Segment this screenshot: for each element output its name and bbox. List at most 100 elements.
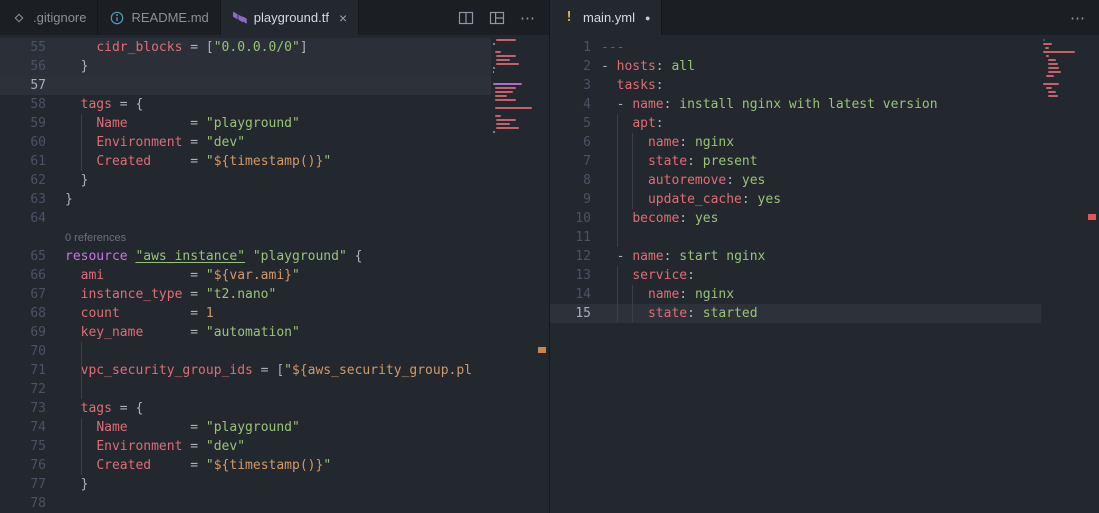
line-number[interactable]: 58 [0,95,46,114]
code-line[interactable]: 60 Environment = "dev" [0,133,549,152]
code-line[interactable]: 13 service: [550,266,1099,285]
line-number[interactable]: 5 [550,114,591,133]
editor-layout-icon[interactable] [489,10,505,26]
indent-guide [632,285,634,323]
line-number[interactable]: 56 [0,57,46,76]
more-actions-icon[interactable]: ⋯ [520,9,536,27]
code-line[interactable]: 71 vpc_security_group_ids = ["${aws_secu… [0,361,549,380]
line-number[interactable]: 75 [0,437,46,456]
code-line[interactable]: 1 --- [550,38,1099,57]
code-line[interactable]: 2 - hosts: all [550,57,1099,76]
code-text: } [65,192,73,207]
line-number[interactable]: 8 [550,171,591,190]
code-line[interactable]: 11 [550,228,1099,247]
code-line[interactable]: 57 [0,76,549,95]
code-line[interactable]: 67 instance_type = "t2.nano" [0,285,549,304]
more-actions-icon[interactable]: ⋯ [1070,9,1086,27]
minimap-line [494,51,501,53]
line-number[interactable]: 62 [0,171,46,190]
minimap-line [494,91,514,93]
minimap-line [496,63,519,65]
line-number[interactable]: 13 [550,266,591,285]
line-number[interactable]: 12 [550,247,591,266]
code-text: - name: install nginx with latest versio… [601,97,938,112]
line-number[interactable]: 4 [550,95,591,114]
code-line[interactable]: 4 - name: install nginx with latest vers… [550,95,1099,114]
modified-dot-icon[interactable]: ● [645,13,650,23]
line-number[interactable]: 64 [0,209,46,228]
tab-label: playground.tf [253,10,329,25]
line-number[interactable]: 1 [550,38,591,57]
code-line[interactable]: 72 [0,380,549,399]
line-number[interactable]: 72 [0,380,46,399]
code-line[interactable]: 76 Created = "${timestamp()}" [0,456,549,475]
line-number[interactable]: 6 [550,133,591,152]
code-line[interactable]: 78 [0,494,549,513]
line-number[interactable]: 2 [550,57,591,76]
code-line[interactable]: 61 Created = "${timestamp()}" [0,152,549,171]
code-line[interactable]: 12 - name: start nginx [550,247,1099,266]
minimap-line [494,115,501,117]
code-line[interactable]: 70 [0,342,549,361]
code-line[interactable]: 62 } [0,171,549,190]
code-line[interactable]: 56 } [0,57,549,76]
split-editor-icon[interactable] [458,10,474,26]
line-number[interactable]: 15 [550,304,591,323]
tab-main-yml[interactable]: ! main.yml ● [550,0,663,35]
code-line[interactable]: 77 } [0,475,549,494]
editor-pane-main-yml[interactable]: 1 --- 2- hosts: all 3 tasks: 4 - name: insta… [549,35,1099,513]
code-line[interactable]: 5 apt: [550,114,1099,133]
code-line[interactable]: 66 ami = "${var.ami}" [0,266,549,285]
editor-pane-playground-tf[interactable]: 55 cidr_blocks = ["0.0.0.0/0"] 56 } 57 58 t… [0,35,549,513]
line-number[interactable]: 57 [0,76,46,95]
minimap[interactable] [491,35,535,513]
line-number[interactable]: 76 [0,456,46,475]
tab-readme[interactable]: README.md [98,0,221,35]
code-line[interactable]: 73 tags = { [0,399,549,418]
tab-gitignore[interactable]: .gitignore [0,0,99,35]
minimap[interactable] [1041,35,1085,513]
line-number[interactable]: 3 [550,76,591,95]
code-line[interactable]: 75 Environment = "dev" [0,437,549,456]
code-line[interactable]: 10 become: yes [550,209,1099,228]
line-number[interactable]: 74 [0,418,46,437]
tab-playground-tf[interactable]: playground.tf × [220,0,360,35]
codelens-references[interactable]: 0 references [0,228,549,247]
line-number[interactable]: 11 [550,228,591,247]
code-line[interactable]: 74 Name = "playground" [0,418,549,437]
overview-ruler-mark [1088,214,1096,220]
line-number[interactable]: 61 [0,152,46,171]
line-number[interactable]: 68 [0,304,46,323]
line-number[interactable]: 14 [550,285,591,304]
line-number[interactable]: 69 [0,323,46,342]
code-text: instance_type = "t2.nano" [80,287,277,302]
line-number[interactable]: 60 [0,133,46,152]
line-number[interactable]: 9 [550,190,591,209]
minimap-line [496,39,517,41]
code-line[interactable]: 58 tags = { [0,95,549,114]
code-line[interactable]: 68 count = 1 [0,304,549,323]
line-number[interactable]: 77 [0,475,46,494]
line-number[interactable]: 59 [0,114,46,133]
code-line[interactable]: 65 resource "aws_instance" "playground" { [0,247,549,266]
line-number[interactable]: 65 [0,247,46,266]
line-number[interactable]: 67 [0,285,46,304]
line-number[interactable]: 55 [0,38,46,57]
line-number[interactable]: 73 [0,399,46,418]
line-number[interactable]: 71 [0,361,46,380]
code-line[interactable]: 55 cidr_blocks = ["0.0.0.0/0"] [0,38,549,57]
code-line[interactable]: 3 tasks: [550,76,1099,95]
code-line[interactable]: 59 Name = "playground" [0,114,549,133]
line-number[interactable]: 10 [550,209,591,228]
line-number[interactable]: 63 [0,190,46,209]
indent-guide [80,418,82,475]
close-icon[interactable]: × [339,11,347,25]
line-number[interactable]: 66 [0,266,46,285]
line-number[interactable]: 7 [550,152,591,171]
line-number[interactable]: 78 [0,494,46,513]
minimap-line [1047,59,1057,61]
code-line[interactable]: 64 [0,209,549,228]
code-line[interactable]: 63} [0,190,549,209]
line-number[interactable]: 70 [0,342,46,361]
code-line[interactable]: 69 key_name = "automation" [0,323,549,342]
